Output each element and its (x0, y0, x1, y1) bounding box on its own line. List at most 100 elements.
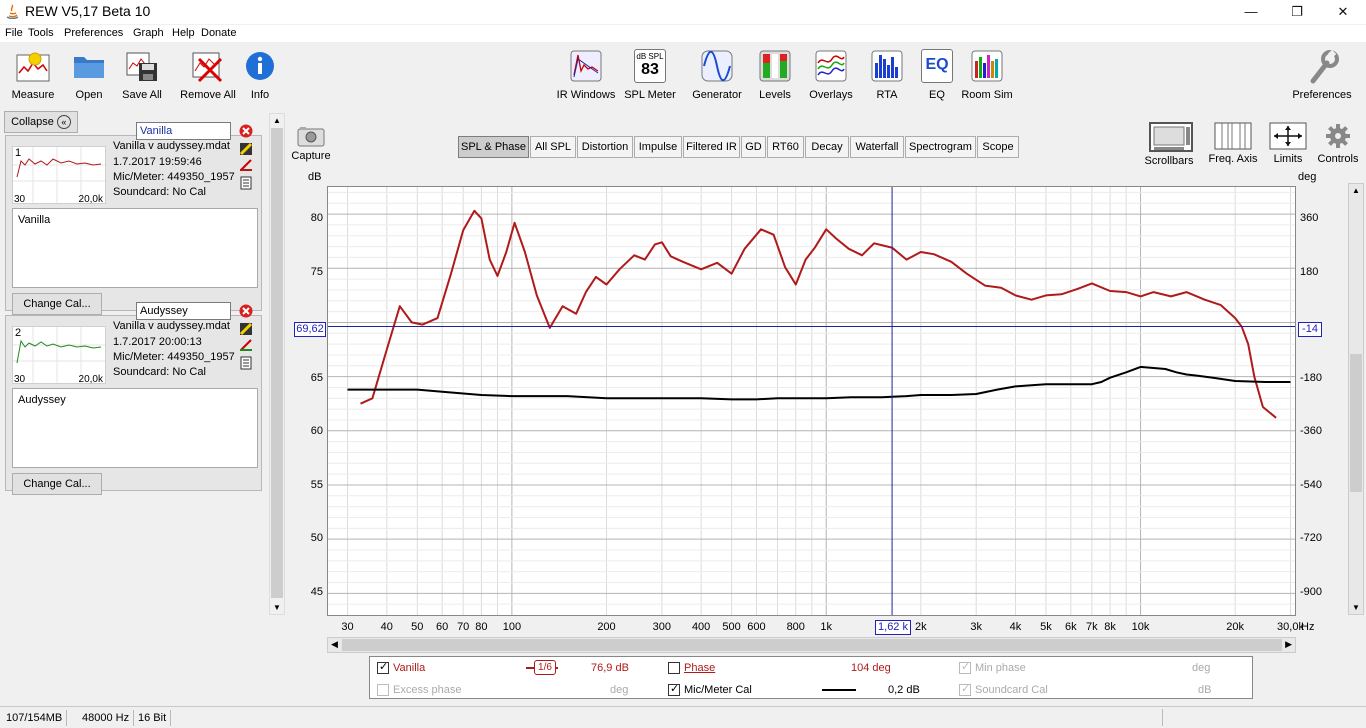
excess-phase-checkbox[interactable] (377, 684, 389, 696)
tab-filtered-ir[interactable]: Filtered IR (683, 136, 740, 158)
remove-all-button[interactable]: Remove All (180, 49, 236, 107)
tab-decay[interactable]: Decay (805, 136, 849, 158)
minimize-button[interactable]: — (1228, 0, 1274, 24)
scroll-up-arrow[interactable]: ▲ (1352, 186, 1360, 195)
ir-windows-label: IR Windows (556, 89, 616, 101)
tab-impulse[interactable]: Impulse (634, 136, 682, 158)
measurement-notes[interactable]: Audyssey (12, 388, 258, 468)
tab-all-spl[interactable]: All SPL (530, 136, 576, 158)
cursor-right-readout: -14 (1298, 322, 1322, 337)
levels-button[interactable]: Levels (759, 49, 791, 107)
soundcard-cal-legend-value: dB (1198, 684, 1212, 696)
overlays-button[interactable]: Overlays (809, 49, 853, 107)
measurement-notes[interactable]: Vanilla (12, 208, 258, 288)
measurement-name-input[interactable]: Audyssey (136, 302, 231, 320)
spl-phase-graph[interactable] (327, 186, 1296, 616)
scrollbars-icon (1149, 122, 1193, 152)
notes-icon[interactable] (239, 356, 253, 370)
preferences-button[interactable]: Preferences (1292, 49, 1352, 107)
save-all-button[interactable]: Save All (122, 49, 162, 107)
measurements-scrollbar[interactable]: ▲ ▼ (269, 113, 285, 615)
min-phase-checkbox[interactable]: ✓ (959, 661, 971, 674)
x-tick-label: 3k (970, 621, 982, 633)
measurement-soundcard-cal: Soundcard: No Cal (113, 366, 206, 378)
tab-gd[interactable]: GD (741, 136, 766, 158)
left-axis-unit: dB (308, 171, 322, 183)
change-cal-button[interactable]: Change Cal... (12, 473, 102, 495)
graph-color-icon[interactable] (239, 322, 253, 336)
graph-color-icon[interactable] (239, 142, 253, 156)
measurement-thumbnail[interactable]: 2 30 20,0k (12, 326, 106, 385)
collapse-button[interactable]: Collapse « (4, 111, 78, 133)
tab-waterfall[interactable]: Waterfall (850, 136, 904, 158)
right-axis-unit: deg (1298, 171, 1317, 183)
scroll-thumb[interactable] (1350, 354, 1362, 492)
phase-checkbox[interactable] (668, 662, 680, 674)
line-color-icon[interactable] (239, 338, 253, 352)
measure-button[interactable]: Measure (12, 49, 54, 107)
measurement-panel-2[interactable]: Audyssey 2 30 20,0k Vanilla v audyssey.m… (5, 302, 262, 495)
spl-meter-label: SPL Meter (624, 89, 676, 101)
measurement-name-input[interactable]: Vanilla (136, 122, 231, 140)
tab-spl-phase[interactable]: SPL & Phase (458, 136, 529, 158)
limits-button[interactable]: Limits (1266, 122, 1310, 168)
menu-file[interactable]: File (5, 27, 23, 39)
graph-canvas[interactable] (328, 187, 1295, 615)
rta-button[interactable]: RTA (871, 49, 903, 107)
open-button[interactable]: Open (72, 49, 106, 107)
generator-button[interactable]: Generator (692, 49, 742, 107)
smoothing-selector[interactable]: 1/6 (526, 660, 560, 676)
controls-button[interactable]: Controls (1315, 122, 1361, 168)
main-toolbar: Measure Open Save All Remove All Info IR… (0, 43, 1366, 109)
scroll-right-arrow[interactable]: ▶ (1285, 639, 1292, 650)
scroll-left-arrow[interactable]: ◀ (331, 639, 338, 650)
excess-phase-legend-value: deg (610, 684, 629, 696)
freq-axis-button[interactable]: Freq. Axis (1207, 122, 1259, 168)
change-cal-button[interactable]: Change Cal... (12, 293, 102, 315)
x-tick-label: 300 (652, 621, 672, 633)
ir-windows-button[interactable]: IR Windows (557, 49, 615, 107)
sample-rate-status: 48000 Hz (78, 710, 135, 726)
menu-graph[interactable]: Graph (133, 27, 164, 39)
y-tick-label: 60 (310, 425, 323, 437)
remove-measurement-icon[interactable] (239, 124, 253, 138)
soundcard-cal-checkbox[interactable]: ✓ (959, 683, 971, 696)
thumbnail-x-max: 20,0k (78, 374, 103, 385)
eq-button[interactable]: EQ EQ (921, 49, 953, 107)
remove-measurement-icon[interactable] (239, 304, 253, 318)
scroll-thumb[interactable] (342, 639, 1282, 651)
scroll-thumb[interactable] (271, 128, 283, 598)
measurement-thumbnail[interactable]: 1 30 20,0k (12, 146, 106, 205)
close-window-button[interactable]: ✕ (1320, 0, 1366, 24)
info-button[interactable]: Info (245, 49, 275, 107)
tab-scope[interactable]: Scope (977, 136, 1019, 158)
measurement-panel-1[interactable]: Vanilla 1 30 20,0k Vanilla v audyssey.md… (5, 122, 262, 315)
tab-distortion[interactable]: Distortion (577, 136, 633, 158)
spl-meter-button[interactable]: dB SPL 83 SPL Meter (624, 49, 676, 107)
line-color-icon[interactable] (239, 158, 253, 172)
notes-icon[interactable] (239, 176, 253, 190)
scroll-up-arrow[interactable]: ▲ (273, 116, 281, 125)
scrollbars-label: Scrollbars (1144, 155, 1194, 167)
save-all-icon (126, 52, 157, 81)
graph-vertical-scrollbar[interactable]: ▲ ▼ (1348, 183, 1364, 615)
freq-axis-label: Freq. Axis (1208, 153, 1258, 165)
menu-donate[interactable]: Donate (201, 27, 236, 39)
graph-horizontal-scrollbar[interactable]: ◀ ▶ (327, 637, 1296, 653)
room-sim-button[interactable]: Room Sim (961, 49, 1013, 107)
tab-rt60[interactable]: RT60 (767, 136, 804, 158)
menu-help[interactable]: Help (172, 27, 195, 39)
scroll-down-arrow[interactable]: ▼ (273, 603, 281, 612)
x-tick-label: 30 (341, 621, 354, 633)
vanilla-checkbox[interactable]: ✓ (377, 661, 389, 674)
scrollbars-button[interactable]: Scrollbars (1145, 122, 1197, 168)
restore-button[interactable]: ❐ (1274, 0, 1320, 24)
measurement-date: 1.7.2017 20:00:13 (113, 336, 202, 348)
mic-meter-cal-checkbox[interactable]: ✓ (668, 683, 680, 696)
menu-preferences[interactable]: Preferences (64, 27, 123, 39)
room-sim-label: Room Sim (961, 89, 1013, 101)
capture-button[interactable]: Capture (290, 125, 332, 167)
tab-spectrogram[interactable]: Spectrogram (905, 136, 976, 158)
scroll-down-arrow[interactable]: ▼ (1352, 603, 1360, 612)
menu-tools[interactable]: Tools (28, 27, 54, 39)
